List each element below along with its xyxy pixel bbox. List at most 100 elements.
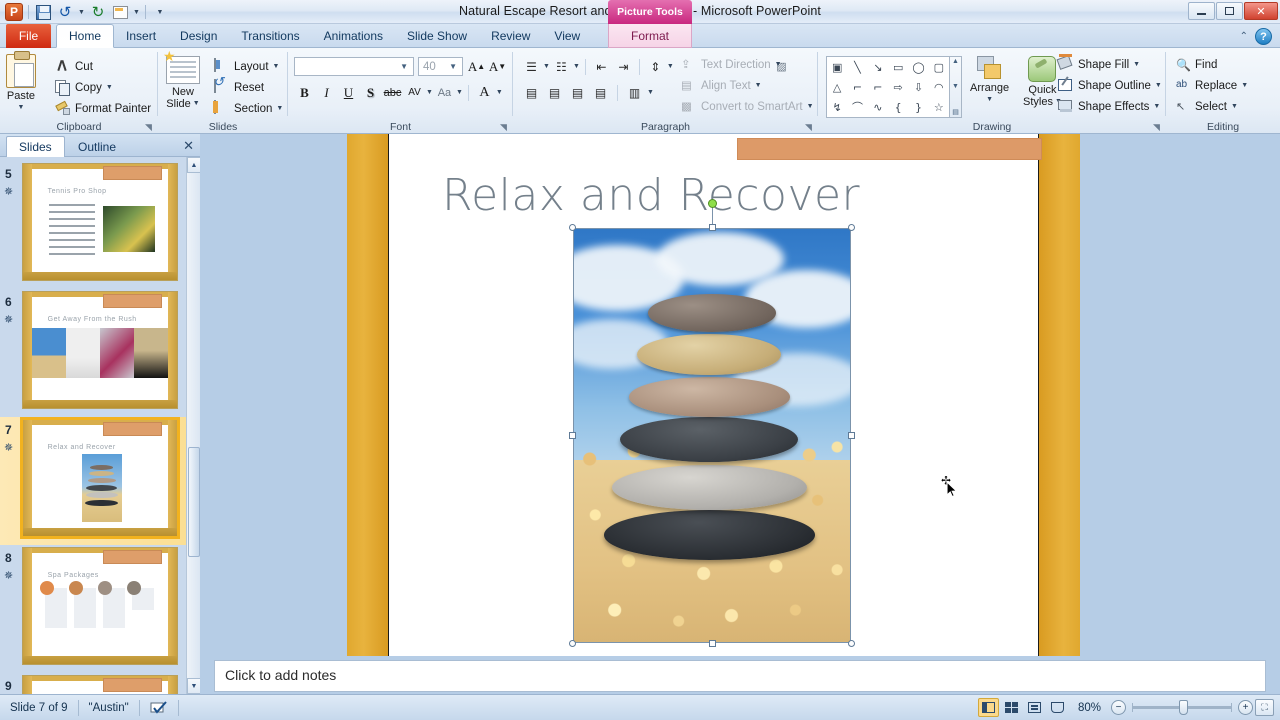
- thumbnail-slide-6[interactable]: 6 ✵ Get Away From the Rush: [0, 289, 186, 417]
- view-reading-button[interactable]: [1024, 698, 1045, 717]
- tab-design[interactable]: Design: [168, 24, 229, 48]
- find-button[interactable]: 🔍 Find: [1176, 54, 1248, 75]
- new-slide-button[interactable]: New Slide ▼: [163, 50, 200, 110]
- line-spacing-caret-icon[interactable]: ▼: [667, 63, 674, 70]
- gallery-more-icon[interactable]: ▤: [952, 108, 959, 116]
- align-left-button[interactable]: ▤: [521, 82, 542, 103]
- align-text-caret-icon[interactable]: ▼: [755, 82, 762, 89]
- align-center-button[interactable]: ▤: [544, 82, 565, 103]
- justify-button[interactable]: ▤: [590, 82, 611, 103]
- clipboard-dialog-launcher[interactable]: ◥: [145, 122, 155, 132]
- reset-button[interactable]: Reset: [214, 77, 283, 98]
- notes-placeholder[interactable]: Click to add notes: [214, 660, 1266, 692]
- shape-elbow-connector-icon[interactable]: ⌐: [853, 82, 862, 93]
- shape-outline-caret-icon[interactable]: ▼: [1155, 82, 1162, 89]
- align-text-button[interactable]: ▤ Align Text ▼: [681, 75, 814, 96]
- resize-handle-bottom-left[interactable]: [569, 640, 576, 647]
- zoom-slider-knob[interactable]: [1179, 700, 1188, 715]
- replace-button[interactable]: ab Replace ▼: [1176, 75, 1248, 96]
- zoom-level-label[interactable]: 80%: [1070, 695, 1109, 720]
- layout-dropdown-caret-icon[interactable]: ▼: [273, 63, 280, 70]
- resize-handle-middle-right[interactable]: [848, 432, 855, 439]
- gallery-scroll-down-icon[interactable]: ▼: [952, 83, 959, 90]
- zoom-slider[interactable]: [1128, 700, 1236, 715]
- bold-button[interactable]: B: [294, 82, 315, 103]
- shapes-gallery[interactable]: ▣ ╲ ↘ ▭ ◯ ▢ △ ⌐ ⌐ ⇨ ⇩ ◠ ↯ ⌒ ∿ { } ☆ ▲ ▼ …: [826, 56, 962, 118]
- copy-button[interactable]: Copy ▼: [55, 77, 151, 98]
- current-slide-canvas[interactable]: Relax and Recover: [347, 134, 1080, 656]
- font-dialog-launcher[interactable]: ◥: [500, 122, 510, 132]
- change-case-caret-icon[interactable]: ▼: [456, 89, 463, 96]
- shape-oval-icon[interactable]: ◯: [912, 62, 924, 73]
- slide-counter[interactable]: Slide 7 of 9: [0, 695, 78, 720]
- font-name-caret-icon[interactable]: ▼: [397, 62, 411, 71]
- format-painter-button[interactable]: Format Painter: [55, 98, 151, 119]
- grow-font-button[interactable]: A ▲: [466, 56, 487, 77]
- drawing-dialog-launcher[interactable]: ◥: [1153, 122, 1163, 132]
- resize-handle-bottom-center[interactable]: [708, 640, 716, 647]
- thumbnail-slide-7[interactable]: 7 ✵ Relax and Recover: [0, 417, 186, 545]
- underline-button[interactable]: U: [338, 82, 359, 103]
- close-button[interactable]: ✕: [1244, 2, 1278, 20]
- tab-file[interactable]: File: [6, 24, 51, 48]
- scrollbar-thumb[interactable]: [188, 447, 200, 557]
- tab-review[interactable]: Review: [479, 24, 542, 48]
- shape-triangle-icon[interactable]: △: [833, 82, 841, 93]
- tab-animations[interactable]: Animations: [312, 24, 395, 48]
- shape-cloud-icon[interactable]: ◠: [934, 82, 944, 93]
- shape-left-brace-icon[interactable]: {: [895, 102, 902, 113]
- bullets-button[interactable]: ☰: [521, 56, 542, 77]
- thumbnail-slide-9[interactable]: 9: [0, 673, 186, 694]
- text-shadow-button[interactable]: S: [360, 82, 381, 103]
- tab-view[interactable]: View: [542, 24, 592, 48]
- tab-insert[interactable]: Insert: [114, 24, 168, 48]
- font-color-caret-icon[interactable]: ▼: [496, 89, 503, 96]
- thumbnail-frame[interactable]: [22, 675, 178, 694]
- shape-fill-button[interactable]: Shape Fill ▼: [1058, 54, 1162, 75]
- tab-home[interactable]: Home: [56, 24, 115, 48]
- pane-tab-outline[interactable]: Outline: [66, 136, 128, 157]
- resize-handle-top-right[interactable]: [848, 224, 855, 231]
- layout-button[interactable]: Layout ▼: [214, 56, 283, 77]
- copy-dropdown-caret-icon[interactable]: ▼: [106, 84, 113, 91]
- theme-name[interactable]: "Austin": [79, 695, 139, 720]
- close-pane-icon[interactable]: ✕: [183, 138, 194, 154]
- replace-caret-icon[interactable]: ▼: [1241, 82, 1248, 89]
- shape-arc-icon[interactable]: ⌒: [852, 102, 863, 113]
- minimize-button[interactable]: [1188, 2, 1215, 20]
- numbering-caret-icon[interactable]: ▼: [573, 63, 580, 70]
- restore-button[interactable]: [1216, 2, 1243, 20]
- decrease-indent-button[interactable]: ⇤: [591, 56, 612, 77]
- shape-elbow-arrow-icon[interactable]: ⌐: [873, 82, 882, 93]
- paste-dropdown-caret-icon[interactable]: ▼: [18, 102, 25, 114]
- shape-outline-button[interactable]: Shape Outline ▼: [1058, 75, 1162, 96]
- paste-button[interactable]: Paste ▼: [6, 51, 36, 114]
- shape-textbox-icon[interactable]: ▣: [832, 62, 842, 73]
- shape-line-icon[interactable]: ╲: [854, 62, 861, 73]
- thumbnail-slide-5[interactable]: 5 ✵ Tennis Pro Shop: [0, 161, 186, 289]
- thumbnail-frame-selected[interactable]: Relax and Recover: [20, 417, 180, 539]
- shapes-grid[interactable]: ▣ ╲ ↘ ▭ ◯ ▢ △ ⌐ ⌐ ⇨ ⇩ ◠ ↯ ⌒ ∿ { } ☆: [826, 56, 950, 118]
- zoom-out-button[interactable]: −: [1111, 700, 1126, 715]
- font-size-caret-icon[interactable]: ▼: [446, 62, 460, 71]
- italic-button[interactable]: I: [316, 82, 337, 103]
- arrange-button[interactable]: Arrange ▼: [970, 56, 1009, 106]
- zoom-slider-track[interactable]: [1132, 700, 1232, 715]
- shape-effects-caret-icon[interactable]: ▼: [1153, 103, 1160, 110]
- shapes-gallery-scrollbar[interactable]: ▲ ▼ ▤: [950, 56, 962, 118]
- zoom-in-button[interactable]: +: [1238, 700, 1253, 715]
- shape-effects-button[interactable]: Shape Effects ▼: [1058, 96, 1162, 117]
- thumbnail-frame[interactable]: Spa Packages: [22, 547, 178, 665]
- spellcheck-icon[interactable]: [140, 695, 178, 720]
- tab-slide-show[interactable]: Slide Show: [395, 24, 479, 48]
- select-button[interactable]: ↖ Select ▼: [1176, 96, 1248, 117]
- shape-arrow-icon[interactable]: ↘: [873, 62, 882, 73]
- numbering-button[interactable]: ☷: [551, 56, 572, 77]
- columns-button[interactable]: ▥: [624, 82, 645, 103]
- scroll-up-icon[interactable]: ▲: [187, 157, 201, 173]
- view-slide-show-button[interactable]: [1047, 698, 1068, 717]
- resize-handle-top-center[interactable]: [708, 224, 716, 231]
- fit-to-window-button[interactable]: ⛶: [1255, 699, 1274, 716]
- shape-right-brace-icon[interactable]: }: [915, 102, 922, 113]
- scroll-down-icon[interactable]: ▼: [187, 678, 201, 694]
